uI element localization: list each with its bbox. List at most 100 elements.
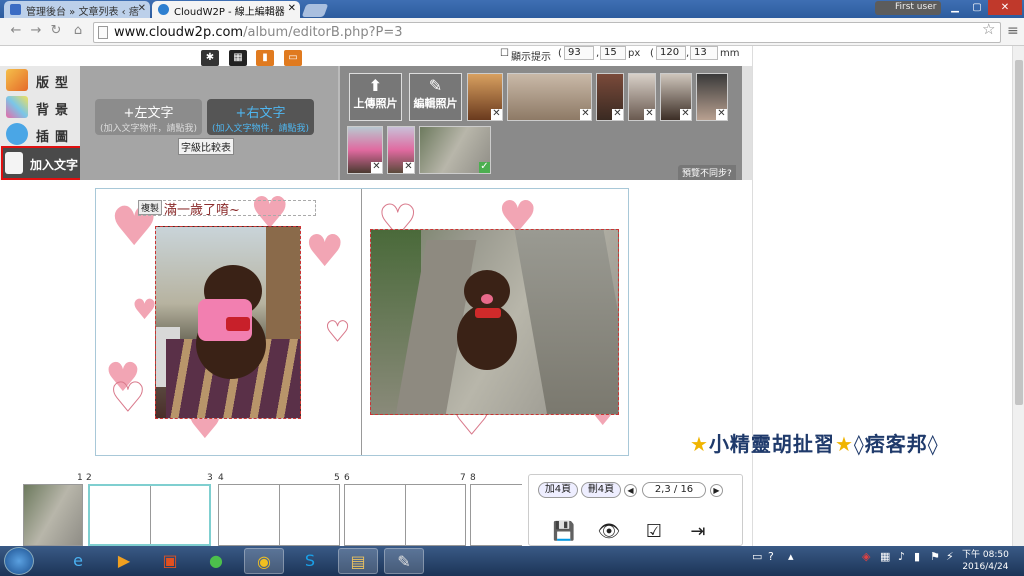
user-badge[interactable]: First user — [875, 1, 941, 15]
px-unit: px — [628, 48, 641, 59]
flag-icon[interactable]: ⚑ — [930, 550, 940, 563]
pos-x-input[interactable]: 93 — [564, 46, 594, 60]
browser-tab-bar: 管理後台 » 文章列表 ‹ 痞 ✕ CloudW2P - 線上編輯器 ✕ Fir… — [0, 0, 1024, 18]
grid-icon[interactable]: ▦ — [229, 50, 247, 66]
scrollbar-thumb[interactable] — [1015, 60, 1023, 405]
page-thumbnail[interactable] — [470, 484, 522, 546]
add-pages-button[interactable]: 加4頁 — [538, 482, 578, 498]
preview-eye-icon[interactable]: 👁 — [596, 521, 622, 545]
photo-thumbnail[interactable]: ✕ — [507, 73, 592, 121]
edit-photo-button[interactable]: ✎ 編輯照片 — [409, 73, 462, 121]
media-player-icon[interactable]: ▶ — [104, 548, 144, 574]
volume-icon[interactable]: ♪ — [898, 550, 905, 563]
menu-background[interactable]: 背景 — [4, 95, 80, 119]
add-left-text-button[interactable]: +左文字 (加入文字物件，請點我) — [95, 99, 202, 135]
pos-y-input[interactable]: 15 — [600, 46, 626, 60]
page-thumbnail[interactable] — [218, 484, 340, 546]
line-icon[interactable]: ● — [196, 548, 236, 574]
back-icon[interactable]: ← — [8, 23, 24, 38]
page-scrollbar[interactable] — [1012, 46, 1024, 546]
left-text-label: +左文字 — [123, 106, 174, 121]
file-explorer-icon[interactable]: ▤ — [338, 548, 378, 574]
photo-app-icon[interactable]: ▣ — [150, 548, 190, 574]
power-icon[interactable]: ⚡ — [946, 550, 954, 563]
tab-admin[interactable]: 管理後台 » 文章列表 ‹ 痞 ✕ — [4, 1, 150, 18]
book-icon[interactable]: ▮ — [256, 50, 274, 66]
internet-explorer-icon[interactable]: e — [58, 548, 98, 574]
next-page-icon[interactable]: ▶ — [710, 484, 723, 497]
start-button[interactable] — [4, 547, 34, 575]
caption-text[interactable]: 滿一歲了唷~ — [164, 199, 240, 218]
photo-thumbnail[interactable]: ✕ — [628, 73, 656, 121]
add-right-text-button[interactable]: +右文字 (加入文字物件，請點我) — [207, 99, 314, 135]
network-icon[interactable]: ▮ — [914, 550, 920, 563]
close-icon[interactable]: ✕ — [138, 3, 146, 14]
show-hint-checkbox[interactable]: ☐ — [500, 48, 509, 59]
photo-thumbnail[interactable]: ✕ — [387, 126, 415, 174]
tray-icon[interactable]: ▭ — [752, 550, 762, 563]
upload-photo-button[interactable]: ⬆ 上傳照片 — [349, 73, 402, 121]
text-panel: +左文字 (加入文字物件，請點我) +右文字 (加入文字物件，請點我) — [80, 66, 338, 180]
remove-icon[interactable]: ✕ — [644, 109, 655, 120]
forward-icon[interactable]: → — [28, 23, 44, 38]
prev-page-icon[interactable]: ◀ — [624, 484, 637, 497]
address-bar[interactable]: www.cloudw2p.com/album/editorB.php?P=3 — [93, 22, 1001, 43]
maximize-button[interactable]: ▢ — [966, 0, 988, 15]
check-document-icon[interactable]: ☑ — [641, 521, 667, 545]
windows-taskbar: e ▶ ▣ ● ◉ S ▤ ✎ ▭ ? ▴ ◈ ▦ ♪ ▮ ⚑ ⚡ 下午 08:… — [0, 546, 1024, 576]
exit-icon[interactable]: ⇥ — [685, 521, 711, 545]
photo-thumbnail[interactable]: ✕ — [347, 126, 383, 174]
clock-date: 2016/4/24 — [962, 562, 1009, 572]
close-icon[interactable]: ✕ — [288, 3, 296, 14]
paint-icon[interactable]: ✎ — [384, 548, 424, 574]
right-page-photo[interactable] — [370, 229, 619, 415]
page-thumbnail[interactable] — [23, 484, 83, 546]
page-number: 3 — [207, 473, 213, 483]
help-icon[interactable]: ? — [768, 550, 774, 563]
tray-expand-icon[interactable]: ▴ — [788, 550, 794, 563]
remove-icon[interactable]: ✕ — [371, 162, 382, 173]
panel-scrollbar[interactable] — [742, 66, 752, 180]
delete-pages-button[interactable]: 刪4頁 — [581, 482, 621, 498]
font-compare-link[interactable]: 字級比較表 — [178, 138, 234, 155]
remove-icon[interactable]: ✕ — [403, 162, 414, 173]
minimize-button[interactable]: ▁ — [944, 0, 966, 15]
reload-icon[interactable]: ↻ — [48, 23, 64, 38]
width-input[interactable]: 120 — [656, 46, 686, 60]
menu-add-text[interactable]: 加入文字 — [1, 146, 84, 180]
menu-layout[interactable]: 版型 — [4, 68, 80, 92]
page-fold — [361, 189, 362, 455]
remove-icon[interactable]: ✕ — [612, 109, 623, 120]
left-page-photo[interactable] — [155, 226, 301, 419]
photo-thumbnail[interactable]: ✓ — [419, 126, 491, 174]
tray-app-icon[interactable]: ◈ — [862, 550, 870, 563]
skype-icon[interactable]: S — [290, 548, 330, 574]
page-thumbnail-selected[interactable] — [88, 484, 211, 546]
copy-button[interactable]: 複製 — [138, 200, 163, 215]
system-clock[interactable]: 下午 08:50 2016/4/24 — [962, 549, 1009, 573]
photo-thumbnail[interactable]: ✕ — [596, 73, 624, 121]
remove-icon[interactable]: ✕ — [680, 109, 691, 120]
upload-arrow-icon: ⬆ — [368, 76, 383, 95]
save-icon[interactable]: 💾 — [551, 521, 577, 545]
tab-editor[interactable]: CloudW2P - 線上編輯器 ✕ — [152, 1, 300, 18]
height-input[interactable]: 13 — [690, 46, 718, 60]
chrome-icon[interactable]: ◉ — [244, 548, 284, 574]
new-tab-button[interactable] — [301, 4, 329, 17]
preview-mismatch-link[interactable]: 預覽不同步? — [678, 165, 736, 180]
browser-menu-icon[interactable]: ≡ — [1007, 23, 1019, 39]
settings-icon[interactable]: ✱ — [201, 50, 219, 66]
image-icon[interactable]: ▭ — [284, 50, 302, 66]
remove-icon[interactable]: ✕ — [580, 109, 591, 120]
remove-icon[interactable]: ✕ — [716, 109, 727, 120]
remove-icon[interactable]: ✕ — [491, 109, 502, 120]
photo-thumbnail[interactable]: ✕ — [696, 73, 728, 121]
tray-icon[interactable]: ▦ — [880, 550, 890, 563]
page-thumbnail[interactable] — [344, 484, 466, 546]
bookmark-star-icon[interactable]: ☆ — [982, 20, 995, 38]
menu-illustration[interactable]: 插圖 — [4, 122, 80, 146]
window-close-button[interactable]: ✕ — [988, 0, 1022, 15]
photo-thumbnail[interactable]: ✕ — [660, 73, 692, 121]
photo-thumbnail[interactable]: ✕ — [467, 73, 503, 121]
home-icon[interactable]: ⌂ — [70, 23, 86, 38]
